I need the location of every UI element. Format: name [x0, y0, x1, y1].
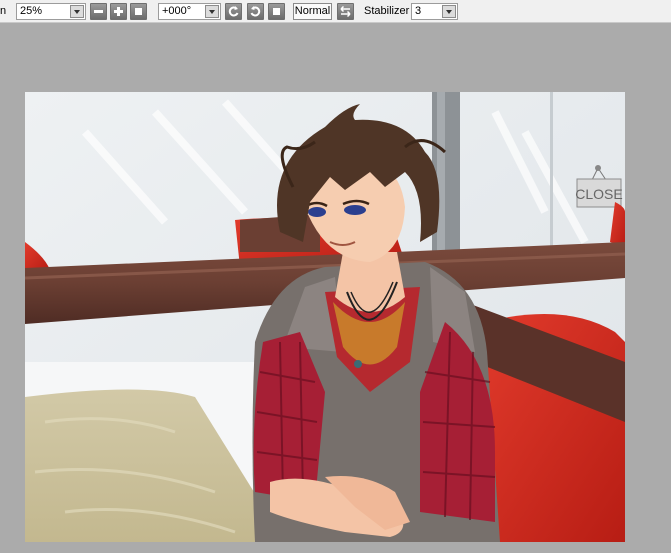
flip-horizontal-icon	[340, 5, 351, 18]
plus-icon	[114, 7, 123, 16]
stabilizer-value: 3	[415, 5, 422, 17]
stabilizer-label: Stabilizer	[364, 5, 410, 17]
stabilizer-select[interactable]: 3	[411, 3, 458, 20]
rotate-left-button[interactable]	[225, 3, 242, 20]
artwork-illustration: CLOSE	[25, 92, 625, 542]
chevron-down-icon[interactable]	[205, 5, 219, 18]
minus-icon	[94, 10, 103, 13]
rotation-value: +000°	[162, 5, 192, 17]
blend-mode-button[interactable]: Normal	[293, 3, 332, 20]
flip-button[interactable]	[337, 3, 354, 20]
zoom-value: 25%	[20, 5, 43, 17]
rotate-right-icon	[250, 6, 261, 17]
square-icon	[135, 8, 142, 15]
chevron-down-icon[interactable]	[442, 5, 456, 18]
chevron-down-icon[interactable]	[70, 5, 84, 18]
zoom-in-button[interactable]	[110, 3, 127, 20]
toolbar: n 25% +000° Normal Stabilizer 3	[0, 0, 671, 23]
rotate-left-icon	[228, 6, 239, 17]
square-icon	[273, 8, 280, 15]
drawing-canvas[interactable]: CLOSE	[25, 92, 625, 542]
rotation-reset-button[interactable]	[268, 3, 285, 20]
zoom-label: n	[0, 5, 7, 17]
zoom-out-button[interactable]	[90, 3, 107, 20]
close-sign-text: CLOSE	[575, 186, 622, 202]
rotation-select[interactable]: +000°	[158, 3, 221, 20]
rotate-right-button[interactable]	[247, 3, 264, 20]
zoom-reset-button[interactable]	[130, 3, 147, 20]
zoom-select[interactable]: 25%	[16, 3, 86, 20]
